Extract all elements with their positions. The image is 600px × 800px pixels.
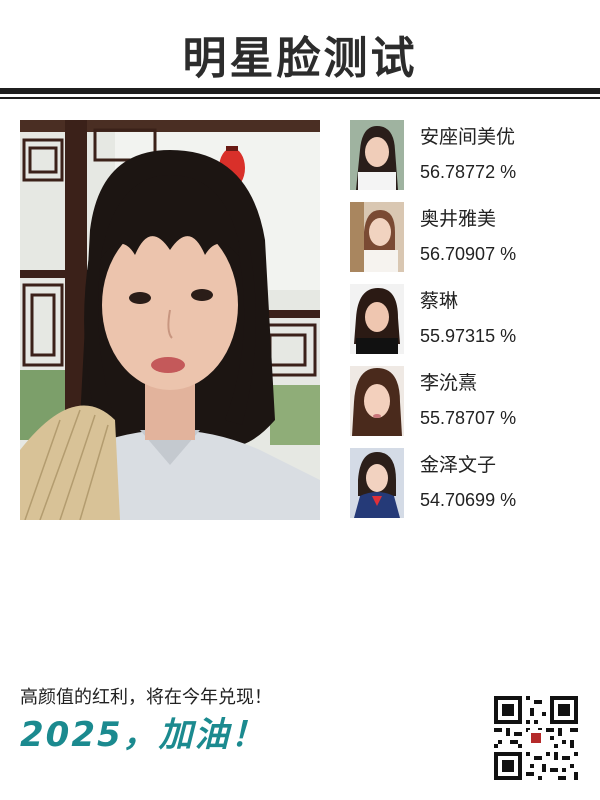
match-item[interactable]: 安座间美优 56.78772 %: [350, 120, 580, 190]
match-name: 安座间美优: [420, 126, 516, 148]
qr-code[interactable]: [494, 696, 578, 780]
match-item[interactable]: 蔡琳 55.97315 %: [350, 284, 580, 354]
match-name: 奥井雅美: [420, 208, 497, 230]
page-title: 明星脸测试: [182, 33, 418, 84]
match-name: 金泽文子: [420, 454, 497, 476]
match-thumbnail: [350, 202, 404, 272]
uploaded-face-photo: [20, 120, 320, 520]
header-divider-thin: [0, 97, 600, 99]
header-divider-thick: [0, 88, 600, 94]
match-thumbnail: [350, 366, 404, 436]
match-score: 56.70907 %: [420, 244, 517, 264]
match-score: 54.70699 %: [420, 490, 517, 510]
match-score: 56.78772 %: [420, 162, 517, 182]
match-thumbnail: [350, 120, 404, 190]
match-name: 蔡琳: [420, 290, 459, 312]
match-thumbnail: [350, 448, 404, 518]
slogan-text: 高颜值的红利，将在今年兑现！: [20, 687, 272, 708]
match-thumbnail: [350, 284, 404, 354]
cheer-text: 2025，加油！: [20, 715, 267, 755]
match-item[interactable]: 金泽文子 54.70699 %: [350, 448, 580, 518]
match-name: 李沇熹: [420, 372, 478, 394]
match-item[interactable]: 奥井雅美 56.70907 %: [350, 202, 580, 272]
match-score: 55.78707 %: [420, 408, 517, 428]
match-score: 55.97315 %: [420, 326, 517, 346]
match-item[interactable]: 李沇熹 55.78707 %: [350, 366, 580, 436]
